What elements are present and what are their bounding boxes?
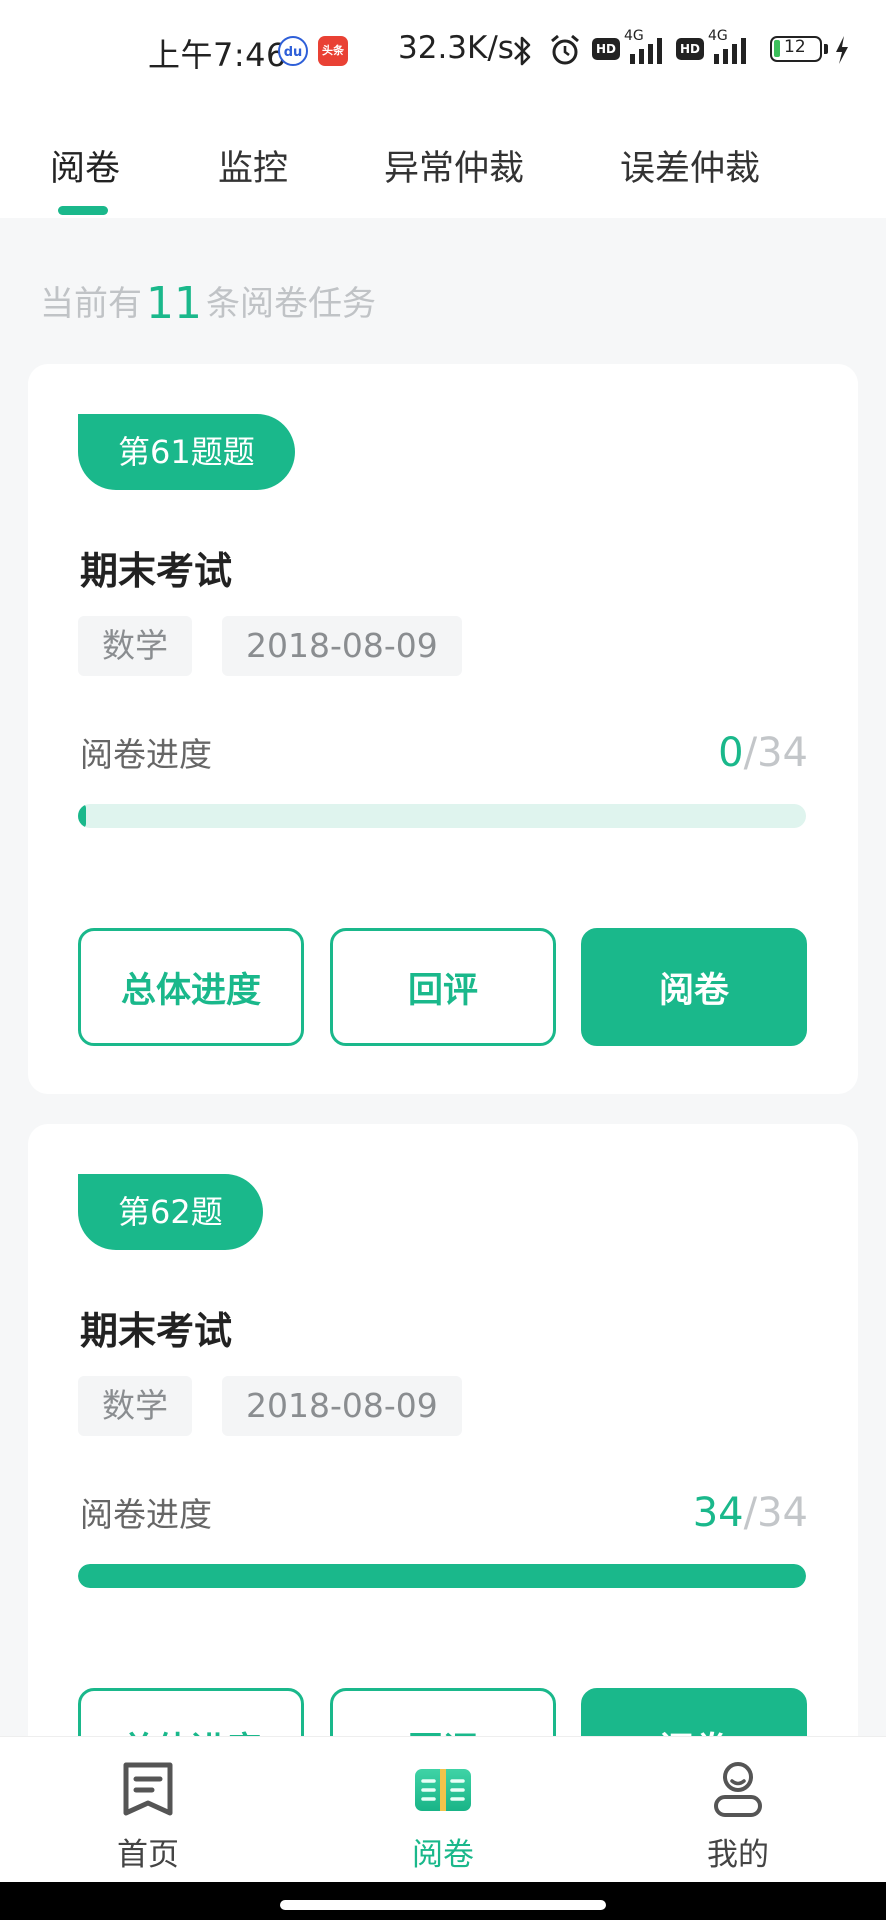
baidu-app-icon: du [278,36,308,66]
exam-title: 期末考试 [80,549,233,593]
task-card: 第61题题 期末考试 数学 2018-08-09 阅卷进度 0/34 总体进度 … [28,364,858,1094]
person-icon [714,1762,762,1817]
nav-item-review[interactable]: 阅卷 [343,1737,543,1883]
active-tab-indicator [58,206,108,215]
tab-anomaly-arbitration[interactable]: 异常仲裁 [384,140,524,191]
hd-badge-icon: HD [592,38,620,60]
battery-level: 12 [784,37,806,57]
task-card-2: 第62题 期末考试 数学 2018-08-09 阅卷进度 34/34 总体进度 … [28,1124,858,1764]
progress-total: 34 [757,730,808,776]
progress-done: 0 [718,730,744,776]
signal-icon [630,38,662,64]
progress-count-2: 34/34 [693,1490,808,1536]
task-count-number: 11 [146,278,202,329]
exam-title-2: 期末考试 [80,1309,233,1353]
nav-item-mine[interactable]: 我的 [638,1737,838,1883]
progress-count: 0/34 [718,730,808,776]
system-navigation-area [0,1882,886,1920]
tab-monitor[interactable]: 监控 [218,140,288,191]
overall-progress-button[interactable]: 总体进度 [78,928,304,1046]
re-review-button[interactable]: 回评 [330,928,556,1046]
date-tag: 2018-08-09 [222,616,462,676]
subject-tag: 数学 [78,616,192,676]
nav-label-review: 阅卷 [412,1837,474,1873]
progress-done-2: 34 [692,1490,744,1536]
question-badge: 第61题题 [78,414,295,490]
progress-separator: / [743,730,758,776]
charging-icon [836,36,848,64]
tab-review[interactable]: 阅卷 [50,140,120,191]
nav-item-home[interactable]: 首页 [48,1737,248,1883]
progress-label-2: 阅卷进度 [80,1495,212,1534]
home-indicator[interactable] [280,1900,606,1910]
nav-label-mine: 我的 [707,1837,769,1873]
progress-bar-fill-2 [78,1564,806,1588]
toutiao-app-icon: 头条 [318,36,348,66]
subject-tag-2: 数学 [78,1376,192,1436]
progress-bar [78,804,806,828]
progress-bar-2 [78,1564,806,1588]
task-count-summary: 当前有11 条阅卷任务 [40,276,376,329]
start-review-button[interactable]: 阅卷 [581,928,807,1046]
bottom-navigation: 首页 阅卷 我的 [0,1736,886,1882]
progress-separator-2: / [743,1490,758,1536]
tab-error-arbitration[interactable]: 误差仲裁 [620,140,760,191]
network-speed: 32.3K/s [398,30,514,66]
date-tag-2: 2018-08-09 [222,1376,462,1436]
status-bar: 上午7:46 du 头条 32.3K/s HD 4G HD 4G 12 [0,0,886,100]
alarm-icon [551,34,579,65]
progress-total-2: 34 [757,1490,808,1536]
top-tab-bar: 阅卷 监控 异常仲裁 误差仲裁 [0,100,886,218]
home-book-icon [123,1762,173,1816]
battery-tip [824,44,828,54]
battery-icon: 12 [770,36,822,62]
progress-bar-fill [78,804,86,828]
status-time: 上午7:46 [148,36,287,74]
task-count-prefix: 当前有 [40,284,142,324]
bluetooth-icon [514,36,531,66]
open-book-icon [415,1769,471,1811]
hd-badge-icon-2: HD [676,38,704,60]
progress-label: 阅卷进度 [80,735,212,774]
signal-icon-2 [714,38,746,64]
task-count-suffix: 条阅卷任务 [206,284,376,324]
question-badge-2: 第62题 [78,1174,263,1250]
nav-label-home: 首页 [117,1837,179,1873]
